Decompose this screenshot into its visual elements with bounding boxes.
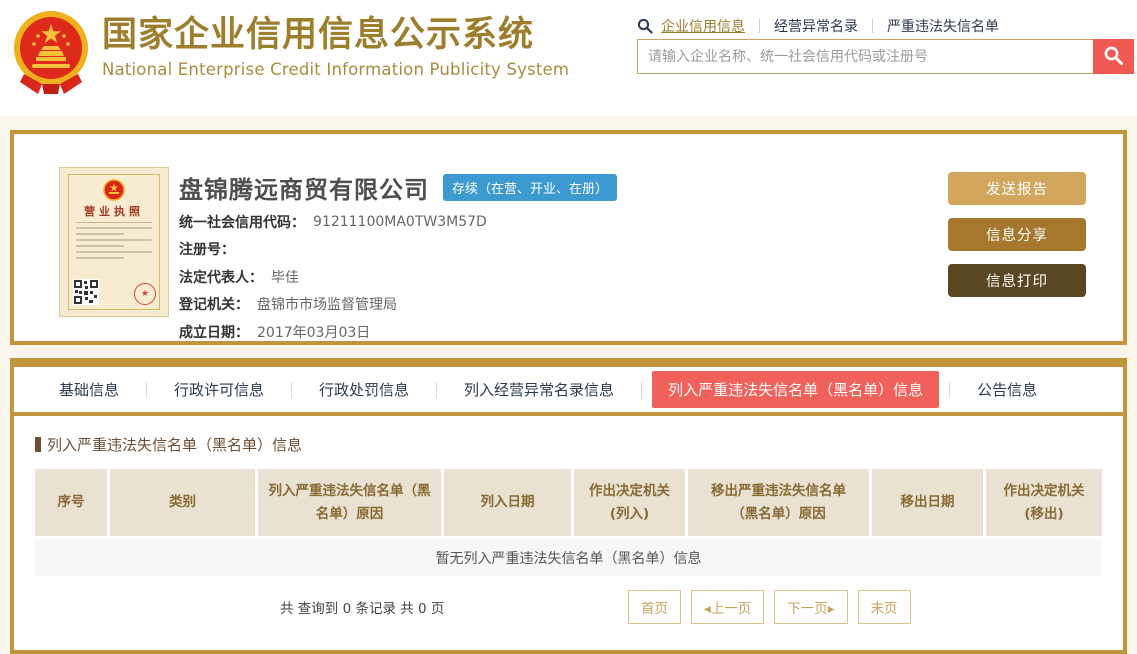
site-header: 国家企业信用信息公示系统 National Enterprise Credit … (0, 0, 1137, 116)
section-title: 列入严重违法失信名单（黑名单）信息 (35, 434, 1102, 455)
license-red-seal: ★ (134, 283, 156, 305)
send-report-button[interactable]: 发送报告 (948, 172, 1086, 205)
tab-administrative-license[interactable]: 行政许可信息 (147, 371, 291, 408)
company-action-buttons: 发送报告 信息分享 信息打印 (948, 172, 1086, 310)
column-header-category: 类别 (107, 469, 255, 536)
column-header-inclusion-reason: 列入严重违法失信名单（黑名单）原因 (255, 469, 441, 536)
search-input[interactable] (637, 39, 1093, 74)
license-text-line (76, 233, 124, 235)
column-header-inclusion-date: 列入日期 (441, 469, 571, 536)
company-name: 盘锦腾远商贸有限公司 (179, 176, 429, 204)
page-subtitle: National Enterprise Credit Information P… (102, 60, 570, 79)
field-credit-code: 统一社会信用代码： 91211100MA0TW3M57D (179, 213, 487, 231)
tab-basic-info[interactable]: 基础信息 (32, 371, 146, 408)
pagination-summary: 共 查询到 0 条记录 共 0 页 (280, 601, 445, 617)
license-title: 营业执照 (84, 205, 144, 218)
section-title-marker (35, 437, 41, 452)
license-divider (76, 222, 152, 223)
prev-page-button[interactable]: ◂上一页 (691, 590, 765, 624)
license-qr-code (73, 279, 99, 305)
license-emblem-icon (103, 179, 125, 201)
company-fields: 统一社会信用代码： 91211100MA0TW3M57D 注册号： 法定代表人：… (179, 208, 487, 346)
status-badge: 存续（在营、开业、在册） (443, 174, 618, 201)
page-title: 国家企业信用信息公示系统 (102, 15, 535, 55)
license-text-line (76, 227, 152, 229)
field-legal-representative: 法定代表人： 毕佳 (179, 269, 299, 286)
first-page-button[interactable]: 首页 (628, 590, 681, 624)
tab-bar: 基础信息 行政许可信息 行政处罚信息 列入经营异常名录信息 列入严重违法失信名单… (14, 367, 1123, 416)
nav-divider (759, 19, 760, 33)
empty-state-text: 暂无列入严重违法失信名单（黑名单）信息 (35, 536, 1102, 576)
search-bar (637, 39, 1134, 74)
search-button[interactable] (1093, 39, 1134, 74)
top-navigation: 企业信用信息 经营异常名录 严重违法失信名单 (637, 16, 1013, 36)
share-info-button[interactable]: 信息分享 (948, 218, 1086, 251)
nav-link-serious-violations[interactable]: 严重违法失信名单 (887, 16, 999, 36)
search-button-icon (1103, 45, 1124, 69)
tab-blacklist[interactable]: 列入严重违法失信名单（黑名单）信息 (652, 371, 940, 408)
blacklist-panel: 列入严重违法失信名单（黑名单）信息 序号 类别 列入严重违法失信名单（黑名单）原… (14, 416, 1123, 624)
field-registration-authority: 登记机关： 盘锦市市场监督管理局 (179, 297, 397, 314)
last-page-button[interactable]: 末页 (857, 590, 911, 624)
tab-divider (641, 381, 643, 398)
table-header-row: 序号 类别 列入严重违法失信名单（黑名单）原因 列入日期 作出决定机关(列入) … (35, 469, 1102, 536)
field-establishment-date: 成立日期： 2017年03月03日 (179, 324, 371, 341)
detail-section: 基础信息 行政许可信息 行政处罚信息 列入经营异常名录信息 列入严重违法失信名单… (10, 358, 1127, 654)
company-info-card: 营业执照 ★ 盘锦腾远商贸有限公司 存续（在营、开业、在册） 统一社会信用代码：… (10, 130, 1127, 345)
license-text-line (76, 251, 152, 253)
nav-divider (872, 19, 873, 33)
national-emblem-logo (14, 11, 88, 94)
license-text-line (76, 239, 152, 241)
column-header-removal-date: 移出日期 (869, 469, 983, 536)
print-info-button[interactable]: 信息打印 (948, 264, 1086, 297)
field-registration-number: 注册号： (179, 242, 235, 259)
search-icon (637, 18, 653, 34)
nav-link-enterprise-credit[interactable]: 企业信用信息 (661, 16, 745, 36)
license-text-line (76, 245, 124, 247)
blacklist-table: 序号 类别 列入严重违法失信名单（黑名单）原因 列入日期 作出决定机关(列入) … (35, 469, 1102, 576)
tab-abnormal-operations-list[interactable]: 列入经营异常名录信息 (437, 371, 641, 408)
column-header-inclusion-authority: 作出决定机关(列入) (571, 469, 685, 536)
nav-link-abnormal-operations[interactable]: 经营异常名录 (774, 16, 858, 36)
license-text-line (76, 257, 124, 259)
column-header-removal-reason: 移出严重违法失信名单（黑名单）原因 (685, 469, 869, 536)
column-header-index: 序号 (35, 469, 107, 536)
tab-administrative-penalty[interactable]: 行政处罚信息 (292, 371, 436, 408)
column-header-removal-authority: 作出决定机关(移出) (983, 469, 1102, 536)
next-page-button[interactable]: 下一页▸ (774, 590, 848, 624)
business-license-thumbnail: 营业执照 ★ (59, 167, 169, 317)
pagination-bar: 共 查询到 0 条记录 共 0 页 首页 ◂上一页 下一页▸ 末页 (35, 590, 1102, 624)
tab-announcements[interactable]: 公告信息 (950, 371, 1064, 408)
empty-state-row: 暂无列入严重违法失信名单（黑名单）信息 (35, 536, 1102, 576)
